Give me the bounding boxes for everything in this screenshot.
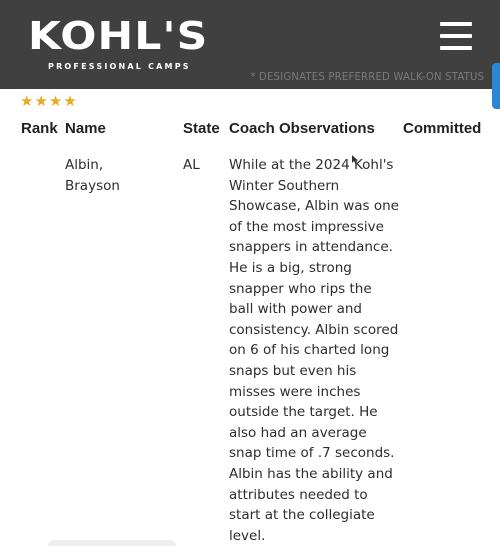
observation-line: snap time of .7 seconds.: [229, 445, 395, 462]
observation-line: snappers in attendance.: [229, 239, 393, 256]
state-cell: AL: [183, 157, 200, 173]
observation-line: snaps but even his: [229, 362, 357, 379]
observation-line: consistency. Albin scored: [229, 321, 399, 338]
page: KOHL'S PROFESSIONAL CAMPS * DESIGNATES P…: [0, 0, 500, 546]
kohls-logo[interactable]: KOHL'S PROFESSIONAL CAMPS: [28, 12, 207, 71]
column-header-rank: Rank: [21, 120, 58, 137]
observation-line: attributes needed to: [229, 486, 368, 503]
bottom-toolbar-handle[interactable]: [48, 540, 176, 546]
observation-line: He is a big, strong: [229, 259, 352, 276]
star-rating-icon: ★★★★: [20, 92, 78, 110]
observation-line: Albin has the ability and: [229, 465, 393, 482]
observation-line: ball with power and: [229, 301, 362, 318]
observation-line: start at the collegiate: [229, 507, 375, 524]
observation-cell: While at the 2024 Kohl's Winter Southern…: [229, 155, 399, 546]
column-header-observations: Coach Observations: [229, 120, 375, 137]
observation-line: snapper who rips the: [229, 280, 372, 297]
observation-line: level.: [229, 527, 266, 544]
observation-line: Showcase, Albin was one: [229, 198, 399, 215]
walk-on-status-note: * DESIGNATES PREFERRED WALK-ON STATUS: [250, 70, 484, 83]
name-line: Brayson: [65, 177, 120, 194]
logo-wordmark: KOHL'S: [28, 14, 209, 58]
column-header-committed: Committed: [403, 120, 482, 137]
mouse-cursor-icon: [352, 155, 358, 164]
scroll-indicator[interactable]: [492, 63, 500, 109]
hamburger-menu-icon[interactable]: [440, 22, 472, 50]
logo-tagline: PROFESSIONAL CAMPS: [48, 62, 191, 71]
name-cell: Albin, Brayson: [65, 155, 120, 196]
observation-line: of the most impressive: [229, 218, 384, 235]
observation-line: misses were inches: [229, 383, 361, 400]
observation-line: outside the target. He: [229, 404, 378, 421]
observation-line: on 6 of his charted long: [229, 342, 390, 359]
observation-line: While at the 2024 Kohl's: [229, 157, 394, 173]
observation-line: Winter Southern: [229, 177, 340, 194]
column-header-name: Name: [65, 120, 106, 137]
observation-line: also had an average: [229, 424, 367, 441]
site-header: KOHL'S PROFESSIONAL CAMPS * DESIGNATES P…: [0, 0, 500, 89]
name-line: Albin,: [65, 157, 104, 173]
column-header-state: State: [183, 120, 220, 137]
